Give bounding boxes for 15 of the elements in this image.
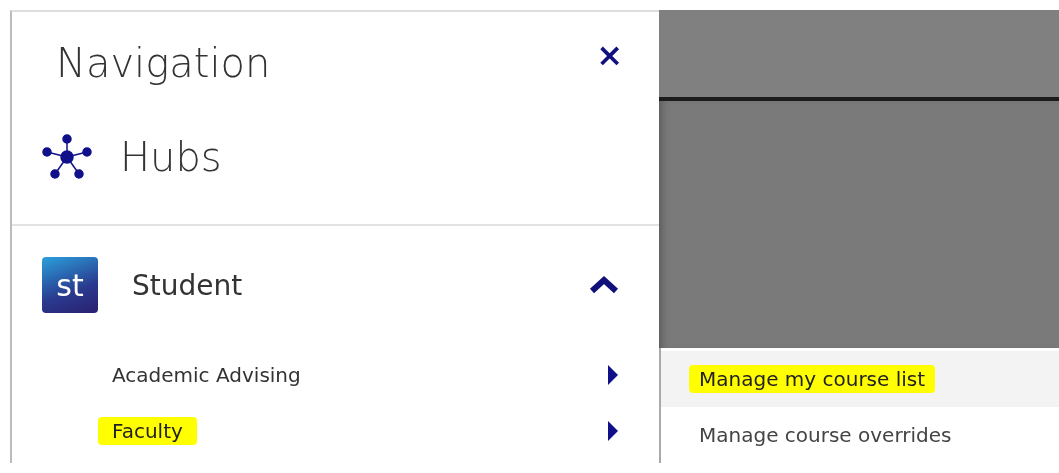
submenu-item[interactable]: Manage course overrides <box>661 407 1059 463</box>
arrow-right-icon <box>607 420 619 442</box>
submenu-item-label: Manage course overrides <box>698 422 953 449</box>
close-button[interactable]: × <box>596 38 623 72</box>
menu-item[interactable]: Faculty <box>98 417 197 445</box>
hubs-icon <box>42 134 92 180</box>
submenu-item-label: Manage my course list <box>689 365 936 393</box>
chevron-icon[interactable] <box>589 275 619 295</box>
menu-item[interactable]: Academic Advising <box>98 361 315 389</box>
navigation-title: Navigation <box>56 40 271 88</box>
section-label[interactable]: Student <box>132 268 589 302</box>
submenu-item[interactable]: Manage my course list <box>661 351 1059 407</box>
student-badge-icon: st <box>42 257 98 313</box>
hubs-label[interactable]: Hubs <box>120 134 222 180</box>
arrow-right-icon <box>607 364 619 386</box>
